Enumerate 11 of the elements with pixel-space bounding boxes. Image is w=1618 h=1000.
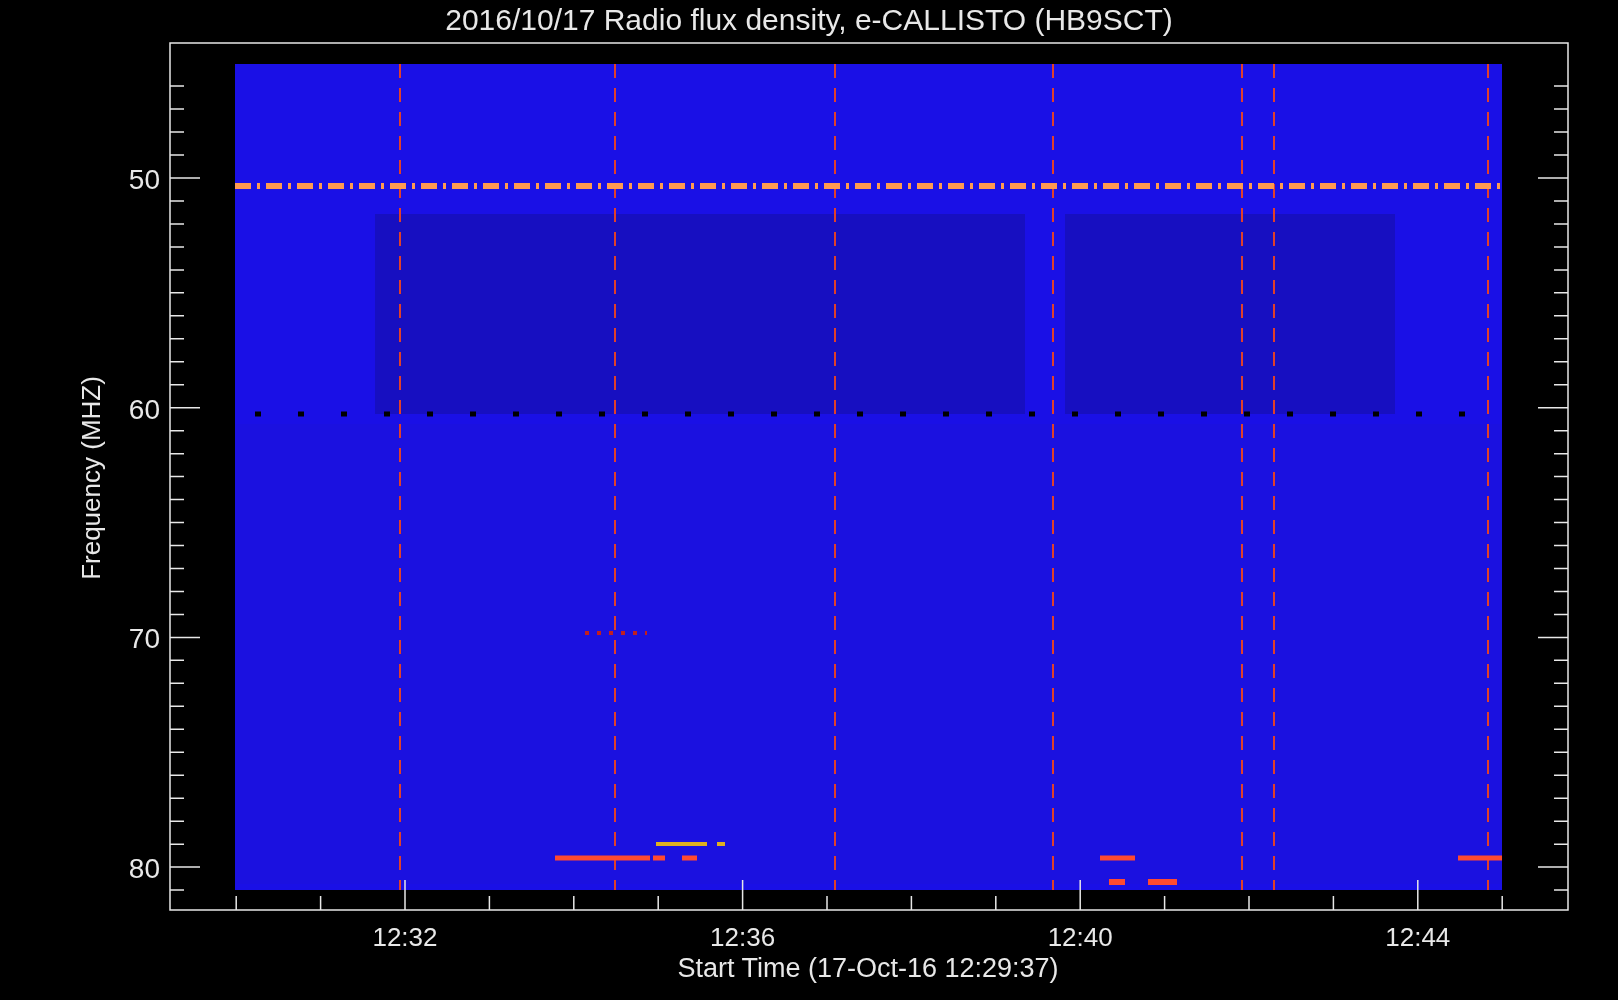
- axis-tick-label: 12:40: [1047, 922, 1113, 952]
- axis-tick-label: 12:36: [710, 922, 776, 952]
- axis-tick-label: 50: [128, 164, 160, 195]
- axis-title: Start Time (17-Oct-16 12:29:37): [677, 953, 1059, 983]
- axis-tick-label: 12:44: [1385, 922, 1451, 952]
- axis-tick-label: 70: [128, 623, 160, 655]
- chart-title: 2016/10/17 Radio flux density, e-CALLISTO (HB9SCT): [445, 3, 1173, 36]
- axis-tick-label: 12:32: [372, 922, 438, 952]
- axis-title: Frequency (MHZ): [76, 376, 106, 580]
- axis-tick-label: 60: [128, 393, 160, 425]
- axis-tick-label: 80: [128, 853, 160, 885]
